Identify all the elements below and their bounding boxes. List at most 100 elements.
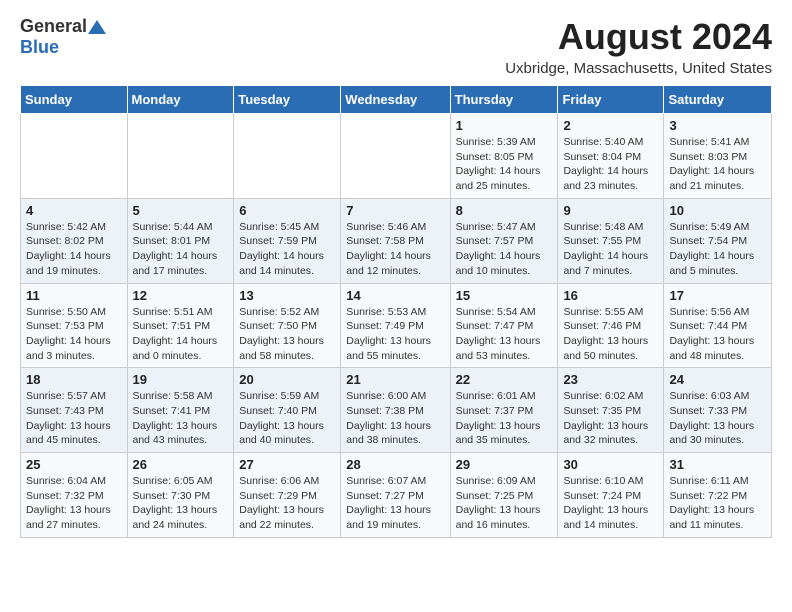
day-info: Sunrise: 5:44 AM Sunset: 8:01 PM Dayligh… <box>133 220 229 279</box>
day-info: Sunrise: 6:04 AM Sunset: 7:32 PM Dayligh… <box>26 474 122 533</box>
calendar-week-4: 18Sunrise: 5:57 AM Sunset: 7:43 PM Dayli… <box>21 368 772 453</box>
day-number: 7 <box>346 203 444 218</box>
calendar-table: SundayMondayTuesdayWednesdayThursdayFrid… <box>20 85 772 538</box>
day-number: 21 <box>346 372 444 387</box>
calendar-header: SundayMondayTuesdayWednesdayThursdayFrid… <box>21 86 772 114</box>
day-info: Sunrise: 5:53 AM Sunset: 7:49 PM Dayligh… <box>346 305 444 364</box>
day-info: Sunrise: 5:42 AM Sunset: 8:02 PM Dayligh… <box>26 220 122 279</box>
calendar-cell: 14 Sunrise: 5:53 AM Sunset: 7:49 PM Dayli… <box>341 283 450 368</box>
calendar-cell: 2Sunrise: 5:40 AM Sunset: 8:04 PM Daylig… <box>558 114 664 199</box>
day-number: 24 <box>669 372 766 387</box>
day-info: Sunrise: 6:00 AM Sunset: 7:38 PM Dayligh… <box>346 389 444 448</box>
day-number: 20 <box>239 372 335 387</box>
calendar-cell: 26Sunrise: 6:05 AM Sunset: 7:30 PM Dayli… <box>127 453 234 538</box>
day-info: Sunrise: 5:41 AM Sunset: 8:03 PM Dayligh… <box>669 135 766 194</box>
day-number: 31 <box>669 457 766 472</box>
calendar-cell <box>127 114 234 199</box>
day-number: 15 <box>456 288 553 303</box>
calendar-cell: 8 Sunrise: 5:47 AM Sunset: 7:57 PM Daylig… <box>450 198 558 283</box>
day-info: Sunrise: 5:56 AM Sunset: 7:44 PM Dayligh… <box>669 305 766 364</box>
day-info: Sunrise: 5:47 AM Sunset: 7:57 PM Dayligh… <box>456 220 553 279</box>
calendar-cell: 23 Sunrise: 6:02 AM Sunset: 7:35 PM Dayli… <box>558 368 664 453</box>
day-info: Sunrise: 6:11 AM Sunset: 7:22 PM Dayligh… <box>669 474 766 533</box>
day-number: 10 <box>669 203 766 218</box>
day-info: Sunrise: 5:59 AM Sunset: 7:40 PM Dayligh… <box>239 389 335 448</box>
column-header-monday: Monday <box>127 86 234 114</box>
column-header-tuesday: Tuesday <box>234 86 341 114</box>
calendar-cell: 24 Sunrise: 6:03 AM Sunset: 7:33 PM Dayli… <box>664 368 772 453</box>
calendar-cell: 18Sunrise: 5:57 AM Sunset: 7:43 PM Dayli… <box>21 368 128 453</box>
day-info: Sunrise: 5:49 AM Sunset: 7:54 PM Dayligh… <box>669 220 766 279</box>
column-header-wednesday: Wednesday <box>341 86 450 114</box>
day-number: 27 <box>239 457 335 472</box>
day-number: 1 <box>456 118 553 133</box>
day-info: Sunrise: 5:52 AM Sunset: 7:50 PM Dayligh… <box>239 305 335 364</box>
logo: General Blue <box>20 16 106 58</box>
calendar-cell: 27 Sunrise: 6:06 AM Sunset: 7:29 PM Dayli… <box>234 453 341 538</box>
column-header-friday: Friday <box>558 86 664 114</box>
calendar-cell: 10 Sunrise: 5:49 AM Sunset: 7:54 PM Dayli… <box>664 198 772 283</box>
calendar-cell: 7Sunrise: 5:46 AM Sunset: 7:58 PM Daylig… <box>341 198 450 283</box>
day-info: Sunrise: 6:02 AM Sunset: 7:35 PM Dayligh… <box>563 389 658 448</box>
day-number: 4 <box>26 203 122 218</box>
day-number: 2 <box>563 118 658 133</box>
day-info: Sunrise: 5:48 AM Sunset: 7:55 PM Dayligh… <box>563 220 658 279</box>
day-number: 14 <box>346 288 444 303</box>
day-number: 16 <box>563 288 658 303</box>
day-number: 17 <box>669 288 766 303</box>
day-info: Sunrise: 6:03 AM Sunset: 7:33 PM Dayligh… <box>669 389 766 448</box>
day-number: 30 <box>563 457 658 472</box>
calendar-cell: 15 Sunrise: 5:54 AM Sunset: 7:47 PM Dayli… <box>450 283 558 368</box>
day-info: Sunrise: 6:01 AM Sunset: 7:37 PM Dayligh… <box>456 389 553 448</box>
day-info: Sunrise: 5:55 AM Sunset: 7:46 PM Dayligh… <box>563 305 658 364</box>
logo-general-text: General <box>20 16 87 37</box>
logo-blue-text: Blue <box>20 37 59 57</box>
day-number: 3 <box>669 118 766 133</box>
day-info: Sunrise: 5:45 AM Sunset: 7:59 PM Dayligh… <box>239 220 335 279</box>
day-info: Sunrise: 6:10 AM Sunset: 7:24 PM Dayligh… <box>563 474 658 533</box>
calendar-cell: 13Sunrise: 5:52 AM Sunset: 7:50 PM Dayli… <box>234 283 341 368</box>
day-number: 19 <box>133 372 229 387</box>
calendar-cell: 28Sunrise: 6:07 AM Sunset: 7:27 PM Dayli… <box>341 453 450 538</box>
calendar-cell: 9 Sunrise: 5:48 AM Sunset: 7:55 PM Daylig… <box>558 198 664 283</box>
calendar-cell: 6Sunrise: 5:45 AM Sunset: 7:59 PM Daylig… <box>234 198 341 283</box>
calendar-cell: 3 Sunrise: 5:41 AM Sunset: 8:03 PM Daylig… <box>664 114 772 199</box>
calendar-cell: 29Sunrise: 6:09 AM Sunset: 7:25 PM Dayli… <box>450 453 558 538</box>
calendar-cell: 4 Sunrise: 5:42 AM Sunset: 8:02 PM Daylig… <box>21 198 128 283</box>
column-header-sunday: Sunday <box>21 86 128 114</box>
page-subtitle: Uxbridge, Massachusetts, United States <box>505 60 772 77</box>
calendar-cell: 5Sunrise: 5:44 AM Sunset: 8:01 PM Daylig… <box>127 198 234 283</box>
day-number: 22 <box>456 372 553 387</box>
day-number: 28 <box>346 457 444 472</box>
day-info: Sunrise: 5:54 AM Sunset: 7:47 PM Dayligh… <box>456 305 553 364</box>
day-info: Sunrise: 5:57 AM Sunset: 7:43 PM Dayligh… <box>26 389 122 448</box>
day-number: 8 <box>456 203 553 218</box>
calendar-week-1: 1 Sunrise: 5:39 AM Sunset: 8:05 PM Daylig… <box>21 114 772 199</box>
day-info: Sunrise: 5:50 AM Sunset: 7:53 PM Dayligh… <box>26 305 122 364</box>
calendar-cell: 25Sunrise: 6:04 AM Sunset: 7:32 PM Dayli… <box>21 453 128 538</box>
calendar-week-5: 25Sunrise: 6:04 AM Sunset: 7:32 PM Dayli… <box>21 453 772 538</box>
calendar-cell: 20 Sunrise: 5:59 AM Sunset: 7:40 PM Dayli… <box>234 368 341 453</box>
page-title: August 2024 <box>505 16 772 58</box>
calendar-week-3: 11 Sunrise: 5:50 AM Sunset: 7:53 PM Dayli… <box>21 283 772 368</box>
day-number: 29 <box>456 457 553 472</box>
calendar-cell: 30 Sunrise: 6:10 AM Sunset: 7:24 PM Dayli… <box>558 453 664 538</box>
header: General Blue August 2024 Uxbridge, Massa… <box>20 16 772 77</box>
logo-triangle-icon <box>88 18 106 36</box>
calendar-cell: 31 Sunrise: 6:11 AM Sunset: 7:22 PM Dayli… <box>664 453 772 538</box>
calendar-cell: 12Sunrise: 5:51 AM Sunset: 7:51 PM Dayli… <box>127 283 234 368</box>
day-info: Sunrise: 5:39 AM Sunset: 8:05 PM Dayligh… <box>456 135 553 194</box>
day-number: 23 <box>563 372 658 387</box>
calendar-cell <box>21 114 128 199</box>
day-number: 12 <box>133 288 229 303</box>
calendar-cell <box>341 114 450 199</box>
day-info: Sunrise: 6:06 AM Sunset: 7:29 PM Dayligh… <box>239 474 335 533</box>
calendar-cell: 21 Sunrise: 6:00 AM Sunset: 7:38 PM Dayli… <box>341 368 450 453</box>
calendar-cell: 22 Sunrise: 6:01 AM Sunset: 7:37 PM Dayli… <box>450 368 558 453</box>
calendar-body: 1 Sunrise: 5:39 AM Sunset: 8:05 PM Daylig… <box>21 114 772 538</box>
title-area: August 2024 Uxbridge, Massachusetts, Uni… <box>505 16 772 77</box>
day-number: 11 <box>26 288 122 303</box>
calendar-cell: 17 Sunrise: 5:56 AM Sunset: 7:44 PM Dayli… <box>664 283 772 368</box>
day-info: Sunrise: 6:05 AM Sunset: 7:30 PM Dayligh… <box>133 474 229 533</box>
day-number: 9 <box>563 203 658 218</box>
